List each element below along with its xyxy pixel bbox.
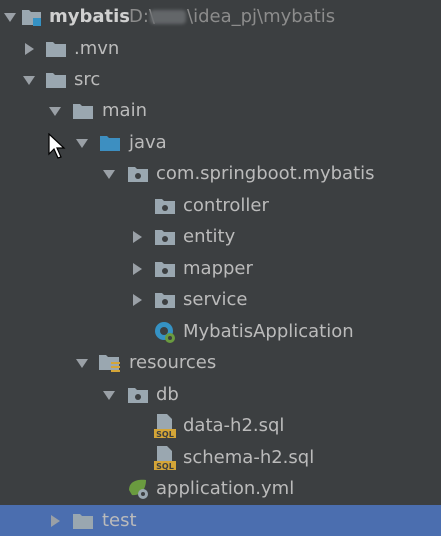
project-path: \idea_pj\mybatis: [187, 6, 336, 27]
expand-arrow-down-icon[interactable]: [74, 127, 90, 158]
folder-icon: [71, 95, 95, 126]
package-icon: [126, 379, 150, 410]
expand-arrow-down-icon[interactable]: [101, 158, 117, 189]
mouse-cursor-icon: [48, 132, 68, 166]
tree-row-mapper[interactable]: mapper: [0, 253, 441, 284]
tree-item-label: db: [156, 384, 179, 405]
folder-icon: [71, 505, 95, 536]
tree-item-label: entity: [183, 226, 236, 247]
tree-row-application-yml[interactable]: application.yml: [0, 473, 441, 504]
tree-item-label: test: [102, 510, 137, 531]
sql-file-icon: SQL: [153, 410, 177, 441]
tree-row-mybatis-application[interactable]: MybatisApplication: [0, 316, 441, 347]
tree-item-label: data-h2.sql: [183, 415, 285, 436]
package-icon: [126, 158, 150, 189]
tree-row-controller[interactable]: controller: [0, 190, 441, 221]
tree-row-mybatis[interactable]: mybatis D:\ \idea_pj\mybatis: [0, 1, 441, 32]
tree-item-label: .mvn: [74, 38, 120, 59]
tree-item-label: java: [129, 132, 167, 153]
expand-arrow-down-icon[interactable]: [47, 95, 63, 126]
tree-row-main[interactable]: main: [0, 95, 441, 126]
spring-config-file-icon: [126, 473, 150, 504]
tree-item-label: application.yml: [156, 478, 295, 499]
expand-arrow-down-icon[interactable]: [21, 64, 37, 95]
expand-arrow-right-icon[interactable]: [129, 253, 145, 284]
tree-row-entity[interactable]: entity: [0, 221, 441, 252]
tree-item-label: mybatis: [49, 6, 131, 27]
tree-row-db[interactable]: db: [0, 379, 441, 410]
package-icon: [153, 284, 177, 315]
svg-text:SQL: SQL: [156, 462, 174, 471]
folder-icon: [44, 33, 68, 64]
redacted-path-segment: [150, 10, 186, 24]
tree-item-label: resources: [129, 352, 217, 373]
tree-row-mvn[interactable]: .mvn: [0, 33, 441, 64]
tree-item-label: controller: [183, 195, 269, 216]
sql-file-icon: SQL: [153, 442, 177, 473]
folder-icon: [44, 64, 68, 95]
tree-row-data-h2-sql[interactable]: SQL data-h2.sql: [0, 410, 441, 441]
package-icon: [153, 253, 177, 284]
expand-arrow-right-icon[interactable]: [129, 221, 145, 252]
package-icon: [153, 190, 177, 221]
tree-item-label: MybatisApplication: [183, 321, 354, 342]
expand-arrow-down-icon[interactable]: [2, 1, 18, 32]
expand-arrow-down-icon[interactable]: [101, 379, 117, 410]
resources-root-folder-icon: [98, 347, 122, 378]
source-root-folder-icon: [98, 127, 122, 158]
tree-row-test[interactable]: test: [0, 505, 441, 536]
tree-row-schema-h2-sql[interactable]: SQL schema-h2.sql: [0, 442, 441, 473]
expand-arrow-right-icon[interactable]: [21, 33, 37, 64]
tree-item-label: com.springboot.mybatis: [156, 163, 375, 184]
tree-item-label: service: [183, 289, 248, 310]
expand-arrow-right-icon[interactable]: [47, 505, 63, 536]
module-folder-icon: [20, 1, 44, 32]
tree-item-label: src: [74, 69, 101, 90]
tree-row-resources[interactable]: resources: [0, 347, 441, 378]
package-icon: [153, 221, 177, 252]
tree-item-label: schema-h2.sql: [183, 447, 315, 468]
svg-text:SQL: SQL: [156, 430, 174, 439]
project-tree: mybatis D:\ \idea_pj\mybatis .mvn src ma…: [0, 0, 441, 536]
tree-item-label: mapper: [183, 258, 253, 279]
spring-boot-class-icon: [153, 316, 177, 347]
tree-row-service[interactable]: service: [0, 284, 441, 315]
expand-arrow-right-icon[interactable]: [129, 284, 145, 315]
tree-row-src[interactable]: src: [0, 64, 441, 95]
tree-item-label: main: [102, 100, 147, 121]
expand-arrow-down-icon[interactable]: [74, 347, 90, 378]
